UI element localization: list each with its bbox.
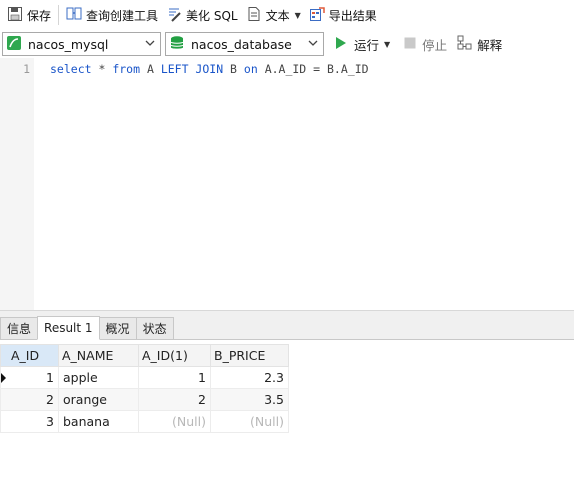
export-results-button[interactable]: 导出结果	[305, 3, 381, 27]
document-icon	[246, 6, 262, 25]
column-header[interactable]: B_PRICE	[210, 344, 289, 367]
table-cell[interactable]: 2	[138, 388, 211, 411]
query-builder-button[interactable]: 查询创建工具	[62, 3, 162, 27]
stop-icon	[404, 37, 416, 52]
table-cell[interactable]: banana	[58, 410, 139, 433]
table-cell[interactable]: apple	[58, 366, 139, 389]
run-label: 运行	[354, 37, 380, 53]
sql-text: A.A_ID = B.A_ID	[257, 62, 369, 76]
database-icon	[169, 35, 185, 54]
magic-wand-icon	[166, 6, 182, 25]
table-row[interactable]: 3 banana (Null) (Null)	[0, 410, 289, 433]
sql-text: A	[140, 62, 161, 76]
results-tab-bar: 信息 Result 1 概况 状态	[0, 316, 574, 340]
results-panel: A_ID A_NAME A_ID(1) B_PRICE 1 apple 1 2.3 2 oran…	[0, 341, 574, 493]
column-header[interactable]: A_ID(1)	[138, 344, 211, 367]
explain-button[interactable]: 解释	[457, 35, 502, 54]
sql-text: B	[223, 62, 244, 76]
database-value: nacos_database	[191, 36, 292, 52]
database-select[interactable]: nacos_database	[165, 32, 324, 56]
chevron-down-icon	[144, 37, 156, 49]
export-results-label: 导出结果	[328, 8, 377, 23]
save-icon	[7, 6, 23, 25]
stop-button[interactable]: 停止	[404, 35, 447, 54]
dropdown-caret-icon: ▼	[294, 10, 301, 20]
column-header[interactable]: A_NAME	[58, 344, 139, 367]
beautify-sql-label: 美化 SQL	[186, 8, 238, 23]
sql-editor[interactable]: 1 select * from A LEFT JOIN B on A.A_ID …	[0, 58, 574, 310]
results-tab[interactable]: 状态	[135, 317, 174, 339]
column-header[interactable]: A_ID	[0, 344, 59, 367]
toolbar-divider	[58, 5, 60, 25]
beautify-sql-button[interactable]: 美化 SQL	[162, 3, 242, 27]
results-tab[interactable]: 信息	[0, 317, 39, 339]
table-cell[interactable]: 1	[0, 366, 59, 389]
connection-toolbar: nacos_mysql nacos_database 运行 ▼ 停止 解释	[0, 30, 574, 58]
line-number: 1	[23, 62, 30, 76]
explain-label: 解释	[477, 37, 503, 53]
export-icon	[309, 6, 325, 25]
dropdown-caret-icon: ▼	[384, 39, 391, 49]
play-icon	[334, 36, 348, 53]
run-button[interactable]: 运行 ▼	[334, 35, 390, 54]
table-cell[interactable]: orange	[58, 388, 139, 411]
table-cell[interactable]: 1	[138, 366, 211, 389]
table-cell[interactable]: 2	[0, 388, 59, 411]
results-tab[interactable]: 概况	[98, 317, 137, 339]
chevron-down-icon	[307, 37, 319, 49]
sql-text: *	[91, 62, 113, 76]
table-row[interactable]: 1 apple 1 2.3	[0, 366, 289, 389]
connection-select[interactable]: nacos_mysql	[2, 32, 161, 56]
query-builder-icon	[66, 6, 82, 25]
table-row[interactable]: 2 orange 2 3.5	[0, 388, 289, 411]
connection-value: nacos_mysql	[28, 36, 109, 52]
results-tab[interactable]: Result 1	[37, 316, 100, 340]
results-grid[interactable]: A_ID A_NAME A_ID(1) B_PRICE 1 apple 1 2.3 2 oran…	[0, 344, 289, 433]
null-cell[interactable]: (Null)	[138, 410, 211, 433]
explain-icon	[457, 35, 473, 54]
sql-keyword: LEFT JOIN	[160, 62, 224, 76]
save-button[interactable]: 保存	[3, 3, 55, 27]
main-toolbar: 保存 查询创建工具 美化 SQL 文本 ▼ 导出结果	[0, 0, 574, 30]
sql-keyword: on	[243, 62, 258, 76]
sql-keyword: select	[50, 62, 92, 76]
text-menu-button[interactable]: 文本 ▼	[242, 3, 305, 27]
query-builder-label: 查询创建工具	[86, 8, 159, 23]
sql-code-line[interactable]: select * from A LEFT JOIN B on A.A_ID = …	[50, 62, 369, 76]
stop-label: 停止	[422, 37, 448, 53]
line-number-gutter: 1	[0, 58, 34, 310]
mysql-connection-icon	[6, 35, 22, 54]
sql-keyword: from	[112, 62, 141, 76]
save-label: 保存	[27, 8, 52, 23]
table-cell[interactable]: 3.5	[210, 388, 289, 411]
null-cell[interactable]: (Null)	[210, 410, 289, 433]
table-cell[interactable]: 2.3	[210, 366, 289, 389]
table-cell[interactable]: 3	[0, 410, 59, 433]
text-menu-label: 文本	[265, 8, 290, 23]
